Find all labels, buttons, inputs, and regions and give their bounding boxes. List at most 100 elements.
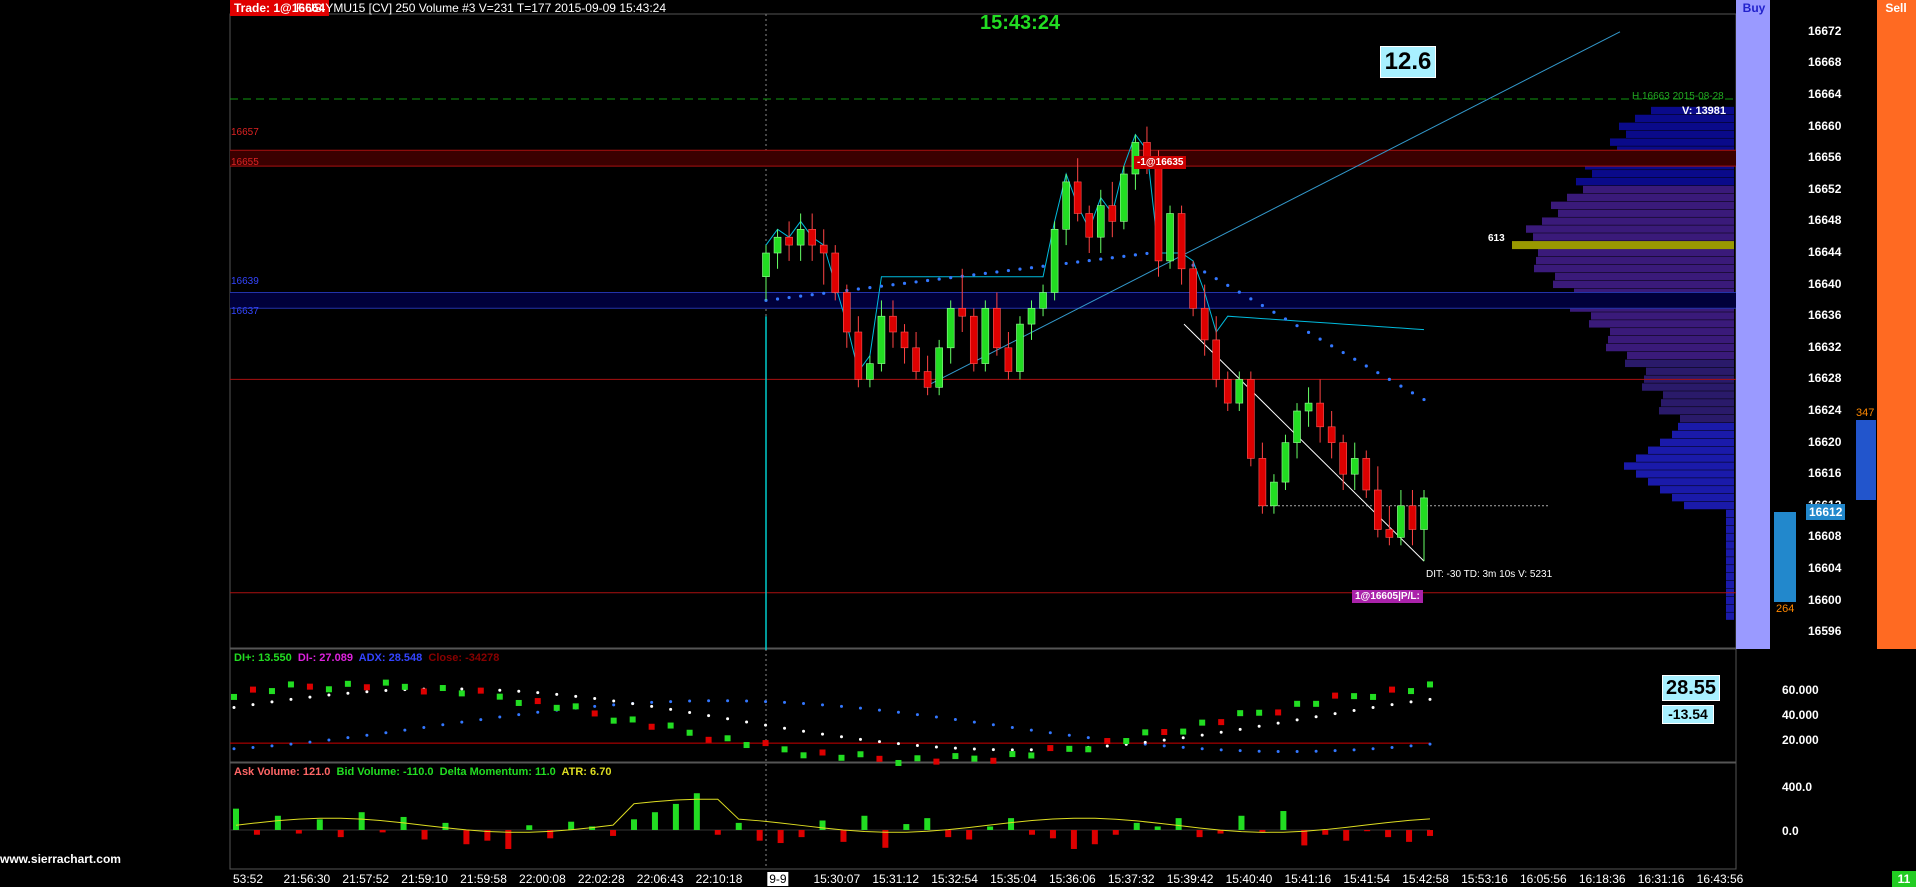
buy-button[interactable]: Buy <box>1738 0 1770 16</box>
di-bar <box>496 693 503 700</box>
di-bar <box>1370 693 1377 700</box>
candle-body <box>1212 339 1221 380</box>
legend-bid-volume: Bid Volume: -110.0 <box>336 766 434 778</box>
sar-dot <box>926 278 930 283</box>
adx-dot <box>479 718 483 722</box>
adx-dot <box>517 713 521 717</box>
sell-button[interactable]: Sell <box>1877 0 1915 16</box>
di-dot <box>536 691 540 695</box>
sar-dot <box>1006 268 1011 273</box>
adx-value-box: 28.55 <box>1662 675 1720 701</box>
di-bar <box>781 746 788 753</box>
candle-body <box>1350 458 1359 475</box>
order-label[interactable]: -1@16635 <box>1134 156 1187 169</box>
di-bar <box>800 752 807 759</box>
dc-value-box: 12.6 <box>1380 46 1436 78</box>
di-bar <box>1104 738 1111 745</box>
di-bar <box>762 740 769 747</box>
delta-bar <box>1112 830 1119 835</box>
vd-tick-400: 400.0 <box>1782 780 1813 794</box>
candle-body <box>1050 229 1059 293</box>
delta-bar <box>924 818 931 830</box>
di-dot <box>1314 715 1318 719</box>
price-tick: 16652 <box>1808 181 1842 196</box>
band-line <box>765 133 1425 373</box>
adx-dot <box>1409 744 1413 748</box>
di-bar <box>705 736 712 743</box>
adx-dot <box>612 703 616 707</box>
delta-bar <box>379 830 386 833</box>
watermark: www.sierrachart.com <box>0 852 121 866</box>
adx-dot <box>289 742 293 746</box>
di-diff-value-box: -13.54 <box>1662 705 1714 724</box>
di-bar <box>1427 681 1433 688</box>
di-bar <box>572 703 579 710</box>
adx-dot <box>1067 733 1071 737</box>
sar-dot <box>1387 377 1391 381</box>
profile-bar <box>1592 170 1734 178</box>
adx-dot <box>422 725 426 729</box>
price-tick: 16636 <box>1808 308 1842 323</box>
sar-dot <box>1145 251 1149 256</box>
sar-dot <box>972 273 976 277</box>
profile-bar <box>1636 470 1734 478</box>
di-bar <box>420 688 427 695</box>
profile-bar <box>1726 596 1734 605</box>
sar-dot <box>1110 256 1114 260</box>
time-tick: 21:57:52 <box>342 872 390 886</box>
delta-bar <box>505 830 512 849</box>
adx-dot <box>972 720 976 724</box>
sar-dot <box>1306 330 1311 334</box>
adx-dot <box>1219 748 1223 752</box>
time-tick: 21:56:30 <box>283 872 331 886</box>
di-dot <box>650 704 654 708</box>
candle-body <box>935 347 943 388</box>
profile-bar <box>1726 533 1734 541</box>
candle-body <box>958 307 967 317</box>
adx-dot <box>991 723 995 727</box>
di-bar <box>553 704 560 711</box>
delta-bar <box>1364 830 1371 832</box>
candle-body <box>1281 442 1290 483</box>
sar-dot <box>1272 310 1276 314</box>
adx-dot <box>346 736 350 740</box>
pl-label[interactable]: 1@16605|P/L: <box>1352 590 1423 603</box>
profile-bar <box>1648 446 1734 454</box>
sar-dot <box>914 280 918 284</box>
di-bar <box>838 754 845 761</box>
adx-dot <box>384 731 388 735</box>
adx-dot <box>1295 749 1299 753</box>
di-dot <box>593 697 597 701</box>
candle-body <box>877 315 886 364</box>
adx-dot <box>1200 747 1204 751</box>
sar-dot <box>1214 277 1218 281</box>
di-bar <box>231 693 237 700</box>
delta-bar <box>777 830 784 844</box>
delta-bar <box>1343 830 1350 841</box>
sar-dot <box>787 295 791 300</box>
di-bar <box>249 686 256 693</box>
di-dot <box>821 732 825 736</box>
price-tick: 16604 <box>1808 561 1842 575</box>
sar-dot <box>1203 270 1207 274</box>
candle-body <box>1085 213 1094 238</box>
profile-bar <box>1553 280 1734 289</box>
time-tick: 15:42:58 <box>1402 872 1449 886</box>
adx-dot <box>745 699 749 703</box>
candle-body <box>1420 497 1428 530</box>
profile-bar <box>1726 580 1734 589</box>
resistance-zone <box>230 150 1736 167</box>
delta-bar <box>358 812 365 830</box>
time-tick: 21:59:10 <box>401 872 448 886</box>
adx-dot <box>308 740 312 744</box>
delta-bar <box>1385 830 1392 838</box>
price-tick: 16672 <box>1808 23 1842 38</box>
dmi-legend: DI+: 13.550 DI-: 27.089 ADX: 28.548 Clos… <box>234 652 499 664</box>
sar-dot <box>1410 391 1415 395</box>
profile-bar <box>1680 414 1734 423</box>
adx-dot <box>1010 725 1014 729</box>
delta-bar <box>1280 811 1287 830</box>
delta-bar <box>631 819 637 830</box>
candle-body <box>1258 458 1267 507</box>
dmi-tick-40: 40.000 <box>1782 708 1819 722</box>
